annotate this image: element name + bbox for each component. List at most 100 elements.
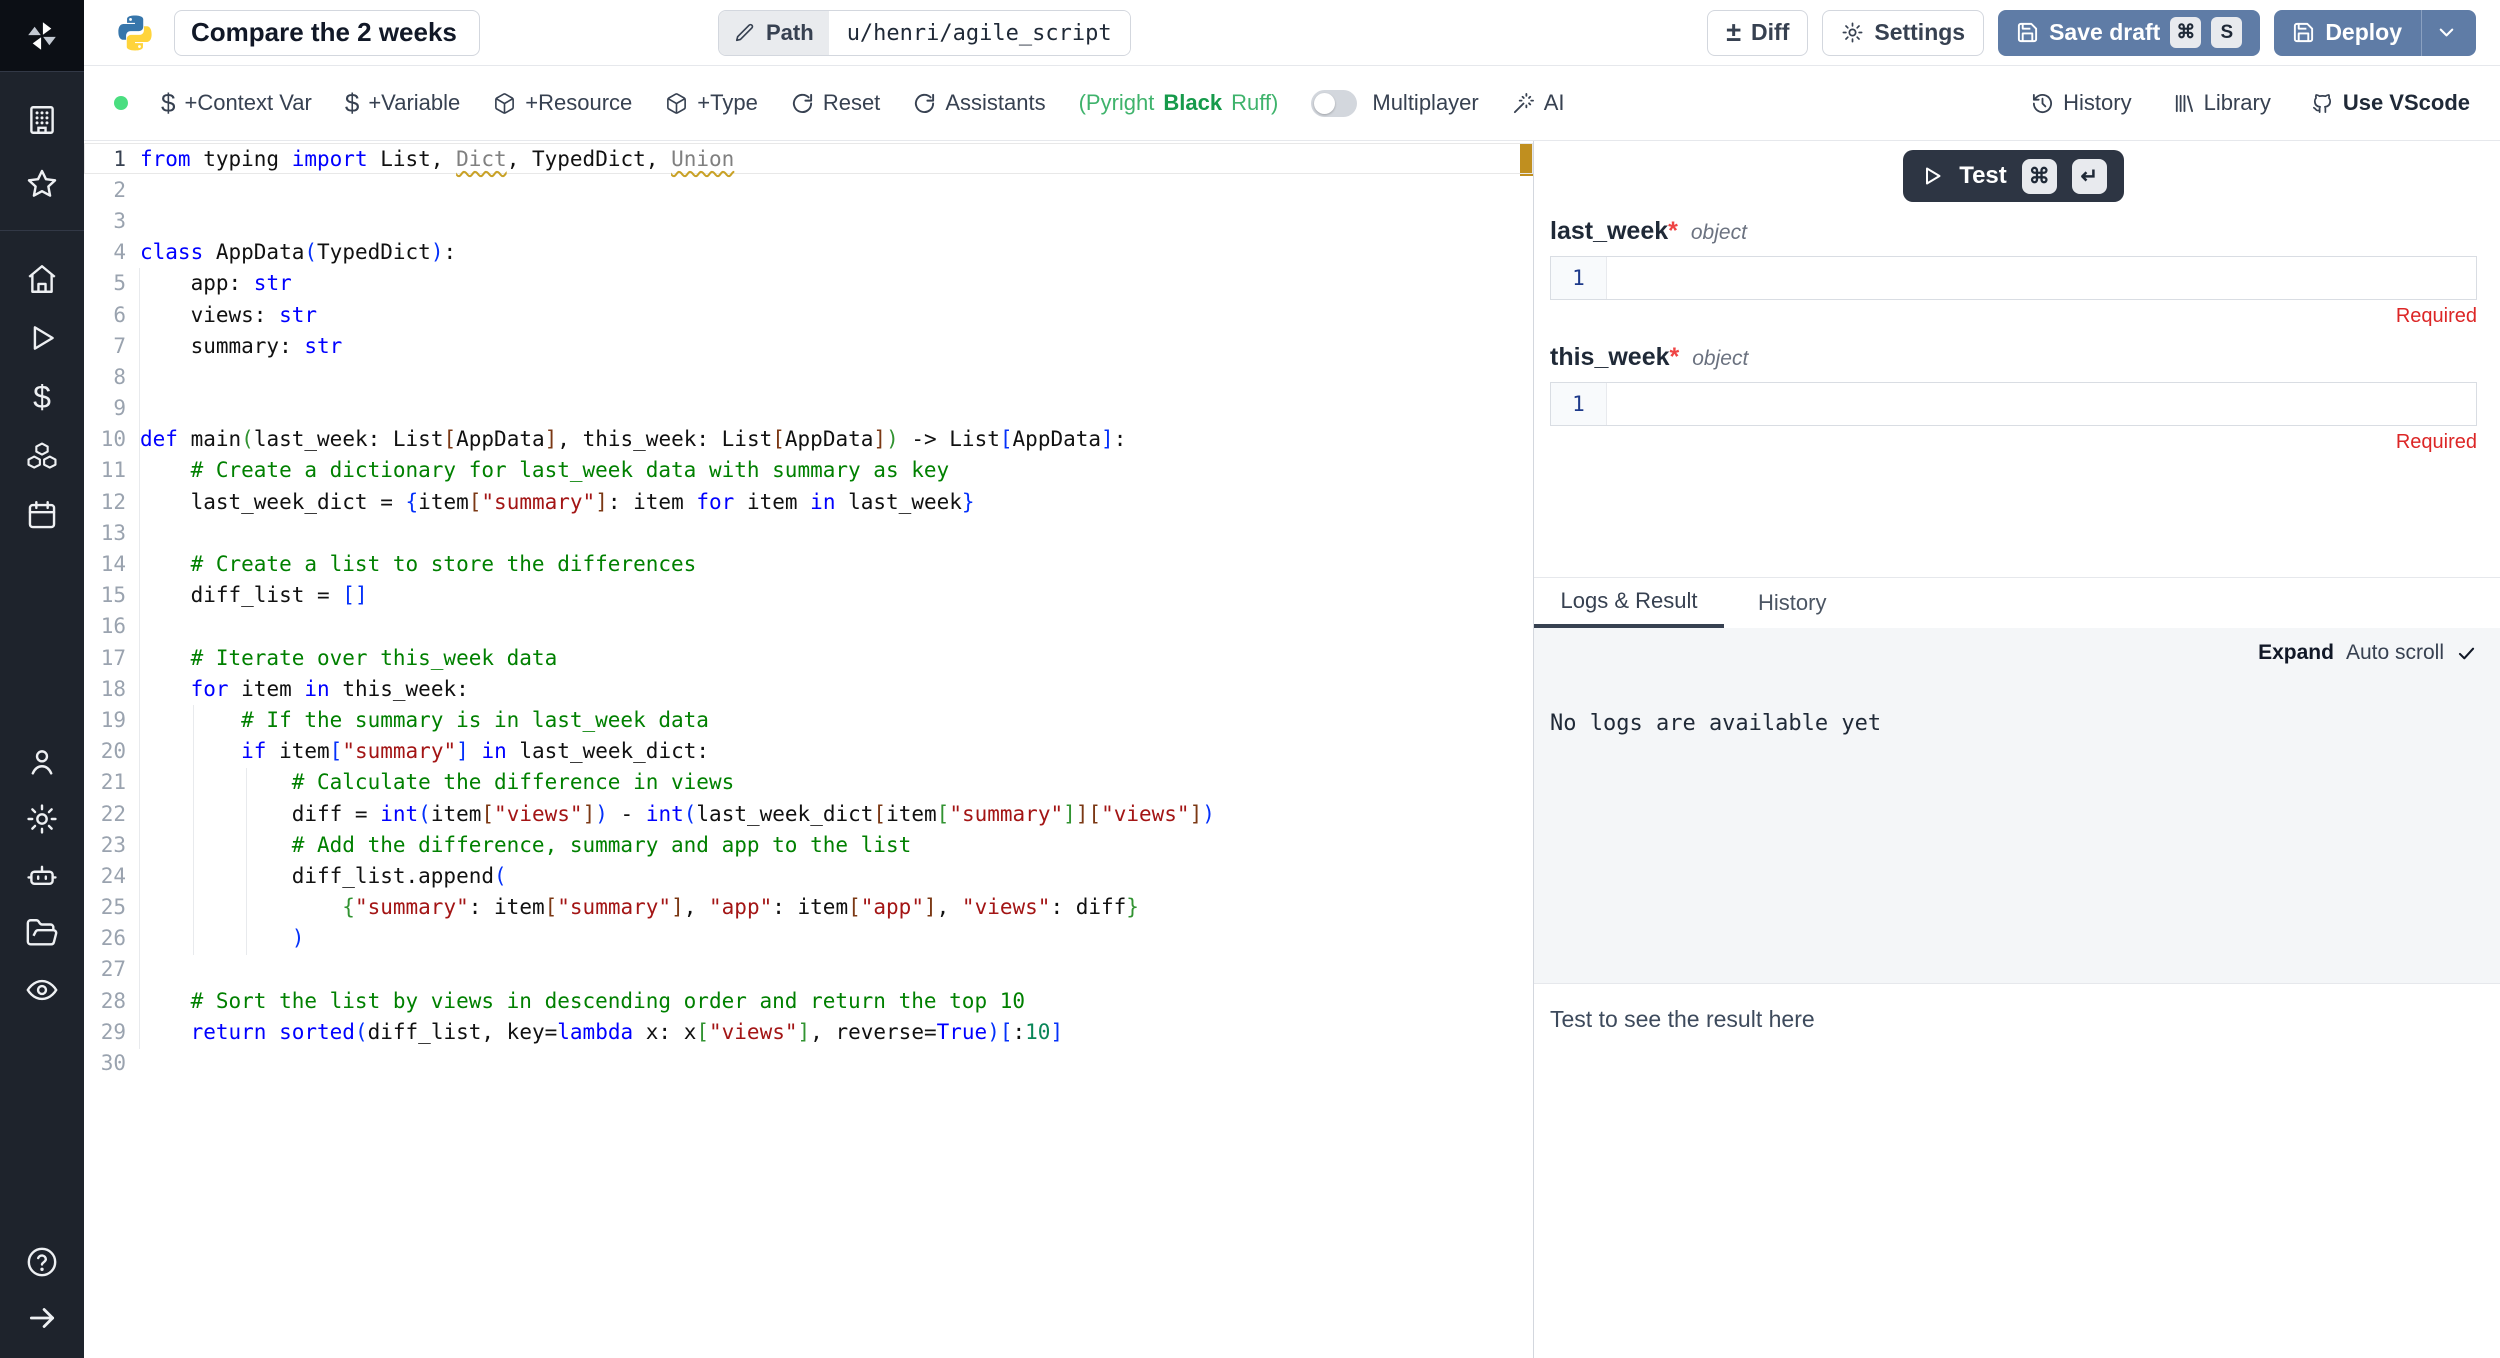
code-line: 14 # Create a list to store the differen… (84, 548, 1533, 579)
variables-dollar-icon[interactable]: $ (24, 379, 60, 415)
workspace-building-icon[interactable] (24, 102, 60, 138)
refresh-icon (913, 92, 936, 115)
reset-button[interactable]: Reset (791, 90, 880, 116)
runs-play-icon[interactable] (24, 320, 60, 356)
code-line: 9 (84, 393, 1533, 424)
line-number: 24 (84, 864, 140, 888)
check-icon[interactable] (2456, 643, 2477, 664)
line-number: 15 (84, 583, 140, 607)
help-question-icon[interactable] (24, 1244, 60, 1280)
audit-logs-eye-icon[interactable] (24, 972, 60, 1008)
assistants-button[interactable]: Assistants (913, 90, 1045, 116)
test-panel: Test ⌘ ↵ last_week* object 1 Req (1533, 141, 2500, 1358)
argument-type: object (1692, 347, 1748, 371)
add-variable-button[interactable]: $ +Variable (345, 88, 460, 119)
code-line: 22 diff = int(item["views"]) - int(last_… (84, 798, 1533, 829)
line-number: 4 (84, 240, 140, 264)
code-line: 5 app: str (84, 268, 1533, 299)
add-type-button[interactable]: +Type (665, 90, 758, 116)
input-line-number: 1 (1551, 257, 1607, 299)
code-line: 7 summary: str (84, 330, 1533, 361)
code-line: 8 (84, 361, 1533, 392)
resources-cubes-icon[interactable] (24, 438, 60, 474)
argument-type: object (1691, 221, 1747, 245)
wand-icon (1512, 92, 1535, 115)
test-button[interactable]: Test ⌘ ↵ (1903, 150, 2124, 202)
workers-robot-icon[interactable] (24, 858, 60, 894)
add-context-var-button[interactable]: $ +Context Var (161, 88, 312, 119)
editor-toolbar: $ +Context Var $ +Variable +Resource +Ty… (84, 66, 2500, 141)
code-line: 18 for item in this_week: (84, 673, 1533, 704)
tab-logs-result[interactable]: Logs & Result (1534, 578, 1724, 628)
line-number: 19 (84, 708, 140, 732)
autoscroll-toggle[interactable]: Auto scroll (2346, 641, 2444, 665)
line-number: 25 (84, 895, 140, 919)
diff-button[interactable]: ± Diff (1707, 10, 1808, 56)
tab-history[interactable]: History (1724, 578, 1860, 628)
line-number: 7 (84, 334, 140, 358)
code-line: 13 (84, 517, 1533, 548)
logs-panel: Expand Auto scroll No logs are available… (1534, 628, 2500, 984)
play-icon (1920, 164, 1944, 188)
library-icon (2172, 92, 2195, 115)
required-message: Required (1550, 305, 2477, 328)
code-line: 29 return sorted(diff_list, key=lambda x… (84, 1016, 1533, 1047)
expand-button[interactable]: Expand (2258, 641, 2334, 665)
code-line: 17 # Iterate over this_week data (84, 642, 1533, 673)
use-vscode-button[interactable]: Use VScode (2311, 90, 2470, 116)
code-line: 16 (84, 611, 1533, 642)
code-line: 15 diff_list = [] (84, 580, 1533, 611)
topbar: Compare the 2 weeks Path u/henri/agile_s… (84, 0, 2500, 66)
schedules-calendar-icon[interactable] (24, 497, 60, 533)
add-resource-button[interactable]: +Resource (493, 90, 632, 116)
path-field[interactable]: Path u/henri/agile_script (718, 10, 1131, 56)
code-line: 11 # Create a dictionary for last_week d… (84, 455, 1533, 486)
code-line: 4class AppData(TypedDict): (84, 237, 1533, 268)
black-label: Black (1163, 90, 1222, 116)
line-number: 6 (84, 303, 140, 327)
save-draft-button[interactable]: Save draft ⌘ S (1998, 10, 2260, 56)
cmd-key-badge: ⌘ (2022, 159, 2057, 194)
code-line: 24 diff_list.append( (84, 860, 1533, 891)
settings-gear-icon[interactable] (24, 801, 60, 837)
deploy-button[interactable]: Deploy (2274, 10, 2476, 56)
required-asterisk: * (1670, 343, 1680, 372)
code-lines: 1from typing import List, Dict, TypedDic… (84, 143, 1533, 1079)
folders-icon[interactable] (24, 915, 60, 951)
required-asterisk: * (1668, 217, 1678, 246)
code-line: 30 (84, 1047, 1533, 1078)
argument-label: last_week* object (1550, 217, 2477, 246)
path-label: Path (719, 11, 829, 55)
code-line: 3 (84, 205, 1533, 236)
script-title-input[interactable]: Compare the 2 weeks (174, 10, 480, 56)
code-line: 27 (84, 954, 1533, 985)
last-week-json-input[interactable]: 1 (1550, 256, 2477, 300)
chevron-down-icon[interactable] (2435, 21, 2458, 44)
code-line: 28 # Sort the list by views in descendin… (84, 985, 1533, 1016)
favorites-star-icon[interactable] (24, 166, 60, 202)
history-button[interactable]: History (2031, 90, 2131, 116)
settings-button[interactable]: Settings (1822, 10, 1984, 56)
line-number: 26 (84, 926, 140, 950)
code-line: 10def main(last_week: List[AppData], thi… (84, 424, 1533, 455)
result-panel: Test to see the result here (1534, 984, 2500, 1358)
sidebar: $ (0, 0, 84, 1358)
python-language-icon (114, 12, 156, 54)
this-week-json-input[interactable]: 1 (1550, 382, 2477, 426)
line-number: 12 (84, 490, 140, 514)
plus-minus-icon: ± (1726, 19, 1741, 46)
cmd-key-badge: ⌘ (2170, 17, 2201, 48)
library-button[interactable]: Library (2172, 90, 2271, 116)
deploy-divider (2421, 10, 2422, 56)
multiplayer-toggle[interactable] (1311, 90, 1357, 117)
collapse-arrow-right-icon[interactable] (24, 1300, 60, 1336)
ai-button[interactable]: AI (1512, 90, 1565, 116)
home-icon[interactable] (24, 261, 60, 297)
line-number: 9 (84, 396, 140, 420)
code-line: 6 views: str (84, 299, 1533, 330)
argument-last-week: last_week* object 1 Required (1550, 217, 2477, 328)
result-placeholder: Test to see the result here (1550, 1006, 1815, 1032)
windmill-logo[interactable] (0, 0, 84, 72)
user-icon[interactable] (24, 744, 60, 780)
code-editor[interactable]: 1from typing import List, Dict, TypedDic… (84, 141, 1533, 1358)
